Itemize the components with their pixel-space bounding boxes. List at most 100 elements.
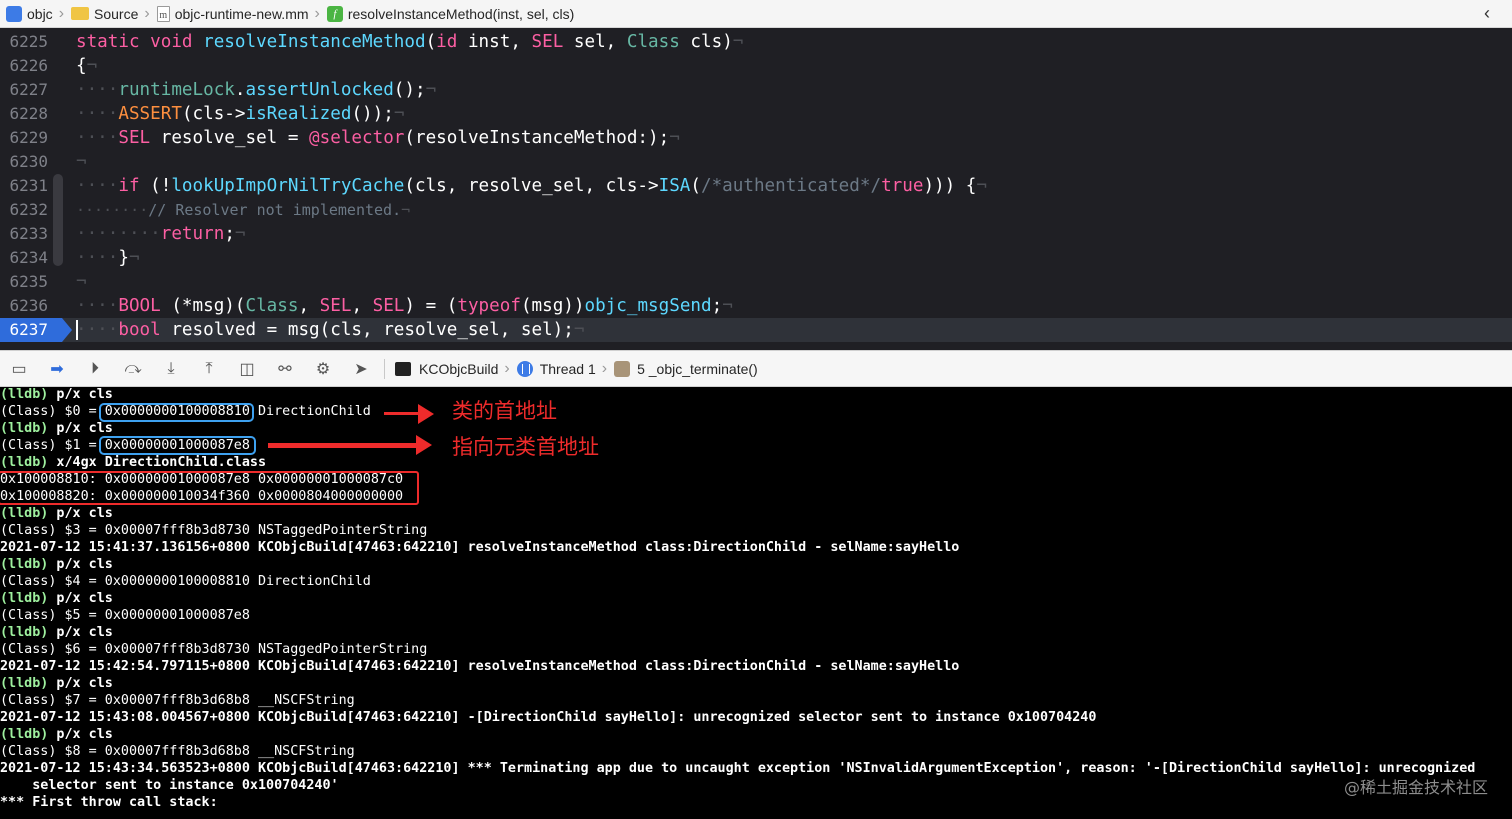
location-arrow-icon: ➤ bbox=[354, 360, 368, 378]
simulate-location-button[interactable]: ➤ bbox=[342, 354, 380, 384]
console-line: (lldb) p/x cls bbox=[0, 506, 113, 521]
code-line: 6229 ····SEL resolve_sel = @selector(res… bbox=[0, 126, 1512, 150]
console-line: selector sent to instance 0x100704240' bbox=[0, 778, 339, 793]
code-text: ····if (!lookUpImpOrNilTryCache(cls, res… bbox=[76, 176, 987, 196]
target-label: KCObjcBuild bbox=[419, 360, 499, 377]
thread-selector[interactable]: Thread 1 bbox=[516, 360, 596, 377]
line-number: 6235 bbox=[9, 272, 48, 291]
step-over-button[interactable]: ⤼ bbox=[114, 354, 152, 384]
watermark: @稀土掘金技术社区 bbox=[1343, 778, 1488, 798]
code-text: ········// Resolver not implemented.¬ bbox=[76, 201, 411, 219]
step-into-icon: ⤓ bbox=[167, 359, 175, 377]
folder-icon bbox=[71, 7, 90, 20]
target-selector[interactable]: KCObjcBuild bbox=[395, 361, 498, 377]
code-line: 6225 static void resolveInstanceMethod(i… bbox=[0, 30, 1512, 54]
step-out-button[interactable]: ⤒ bbox=[190, 354, 228, 384]
console-line: (lldb) p/x cls bbox=[0, 676, 113, 691]
view-hierarchy-button[interactable]: ◫ bbox=[228, 354, 266, 384]
line-number: 6230 bbox=[9, 152, 48, 171]
chevron-right-icon: › bbox=[144, 4, 150, 22]
annotation-class-address: 类的首地址 bbox=[452, 399, 557, 423]
code-text: ····bool resolved = msg(cls, resolve_sel… bbox=[76, 320, 585, 340]
console-line: (Class) $4 = 0x0000000100008810 Directio… bbox=[0, 574, 371, 589]
environment-overrides-button[interactable]: ⚙ bbox=[304, 354, 342, 384]
code-editor[interactable]: 6225 static void resolveInstanceMethod(i… bbox=[0, 28, 1512, 350]
crumb-folder[interactable]: Source bbox=[71, 0, 138, 28]
frame-selector[interactable]: 5 _objc_terminate() bbox=[614, 360, 758, 377]
frame-label: 5 _objc_terminate() bbox=[637, 360, 758, 377]
code-text: ¬ bbox=[76, 152, 87, 172]
source-file-icon: m bbox=[156, 5, 170, 22]
crumb-function[interactable]: f resolveInstanceMethod(inst, sel, cls) bbox=[326, 0, 575, 28]
view-hierarchy-icon: ◫ bbox=[239, 360, 255, 378]
debug-bar: ▭ ➡ ⏵ ⤼ ⤓ ⤒ ◫ ⚯ ⚙ ➤ KCObjcBuild › Thread… bbox=[0, 350, 1512, 387]
line-number: 6228 bbox=[9, 104, 48, 123]
console-line: (Class) $6 = 0x00007fff8b3d8730 NSTagged… bbox=[0, 642, 428, 657]
jump-bar: objc › Source › m objc-runtime-new.mm › … bbox=[0, 0, 1512, 28]
memory-graph-button[interactable]: ⚯ bbox=[266, 354, 304, 384]
line-number: 6236 bbox=[9, 296, 48, 315]
hide-debug-area-button[interactable]: ▭ bbox=[0, 354, 38, 384]
code-line: 6227 ····runtimeLock.assertUnlocked();¬ bbox=[0, 78, 1512, 102]
code-line: 6236 ····BOOL (*msg)(Class, SEL, SEL) = … bbox=[0, 294, 1512, 318]
code-text: ····runtimeLock.assertUnlocked();¬ bbox=[76, 80, 437, 100]
code-text: ········return;¬ bbox=[76, 224, 246, 244]
chevron-right-icon: › bbox=[58, 4, 65, 22]
console-line: 2021-07-12 15:41:37.136156+0800 KCObjcBu… bbox=[0, 540, 960, 555]
stack-frame-icon bbox=[614, 360, 631, 377]
code-text: ¬ bbox=[76, 272, 87, 292]
code-text: ····SEL resolve_sel = @selector(resolveI… bbox=[76, 128, 680, 148]
crumb-file[interactable]: m objc-runtime-new.mm bbox=[156, 0, 309, 28]
thread-icon bbox=[516, 360, 533, 377]
line-number: 6232 bbox=[9, 200, 48, 219]
console-line: 2021-07-12 15:43:34.563523+0800 KCObjcBu… bbox=[0, 761, 1476, 776]
code-text: ····}¬ bbox=[76, 248, 140, 268]
code-line: 6233 ········return;¬ bbox=[0, 222, 1512, 246]
debug-console[interactable]: (lldb) p/x cls (Class) $0 = 0x0000000100… bbox=[0, 387, 1512, 819]
memory-dump-highlight bbox=[0, 471, 419, 505]
crumb-project[interactable]: objc bbox=[6, 0, 53, 28]
crumb-file-label: objc-runtime-new.mm bbox=[174, 5, 309, 22]
current-code-line: 6237 ····bool resolved = msg(cls, resolv… bbox=[0, 318, 1512, 342]
line-number: 6234 bbox=[9, 248, 48, 267]
line-number: 6233 bbox=[9, 224, 48, 243]
chevron-right-icon: › bbox=[504, 359, 510, 377]
memory-graph-icon: ⚯ bbox=[278, 360, 292, 378]
line-number: 6226 bbox=[9, 56, 48, 75]
crumb-folder-label: Source bbox=[94, 5, 139, 22]
continue-icon: ⏵ bbox=[90, 359, 99, 377]
project-icon bbox=[6, 5, 22, 22]
line-number: 6229 bbox=[9, 128, 48, 147]
console-line: (Class) $5 = 0x00000001000087e8 bbox=[0, 608, 250, 623]
crumb-function-label: resolveInstanceMethod(inst, sel, cls) bbox=[347, 5, 575, 22]
annotation-arrow bbox=[384, 404, 434, 424]
console-line: (lldb) x/4gx DirectionChild.class bbox=[0, 455, 267, 470]
breakpoint-icon: ➡ bbox=[50, 360, 64, 378]
back-icon[interactable]: ‹ bbox=[1484, 3, 1490, 24]
step-into-button[interactable]: ⤓ bbox=[152, 354, 190, 384]
metaclass-address-highlight bbox=[99, 436, 256, 455]
toggles-icon: ⚙ bbox=[315, 360, 331, 378]
console-line: 2021-07-12 15:43:08.004567+0800 KCObjcBu… bbox=[0, 710, 1097, 725]
breakpoints-toggle-button[interactable]: ➡ bbox=[38, 354, 76, 384]
line-number: 6227 bbox=[9, 80, 48, 99]
chevron-right-icon: › bbox=[601, 359, 608, 377]
code-text: {¬ bbox=[76, 56, 98, 76]
divider bbox=[384, 358, 385, 379]
code-line: 6234 ····}¬ bbox=[0, 246, 1512, 270]
continue-button[interactable]: ⏵ bbox=[76, 354, 114, 384]
code-line: 6230 ¬ bbox=[0, 150, 1512, 174]
function-icon: f bbox=[326, 5, 343, 22]
console-line: (lldb) p/x cls bbox=[0, 421, 113, 436]
panel-icon: ▭ bbox=[11, 360, 27, 378]
console-line: 2021-07-12 15:42:54.797115+0800 KCObjcBu… bbox=[0, 659, 960, 674]
code-line: 6231 ····if (!lookUpImpOrNilTryCache(cls… bbox=[0, 174, 1512, 198]
console-line: (lldb) p/x cls bbox=[0, 591, 113, 606]
terminal-icon bbox=[395, 361, 411, 376]
console-line: (lldb) p/x cls bbox=[0, 387, 113, 402]
annotation-metaclass-address: 指向元类首地址 bbox=[452, 435, 599, 459]
console-line: *** First throw call stack: bbox=[0, 795, 218, 810]
step-out-icon: ⤒ bbox=[205, 359, 213, 377]
code-line: 6232 ········// Resolver not implemented… bbox=[0, 198, 1512, 222]
annotation-arrow bbox=[268, 435, 432, 455]
